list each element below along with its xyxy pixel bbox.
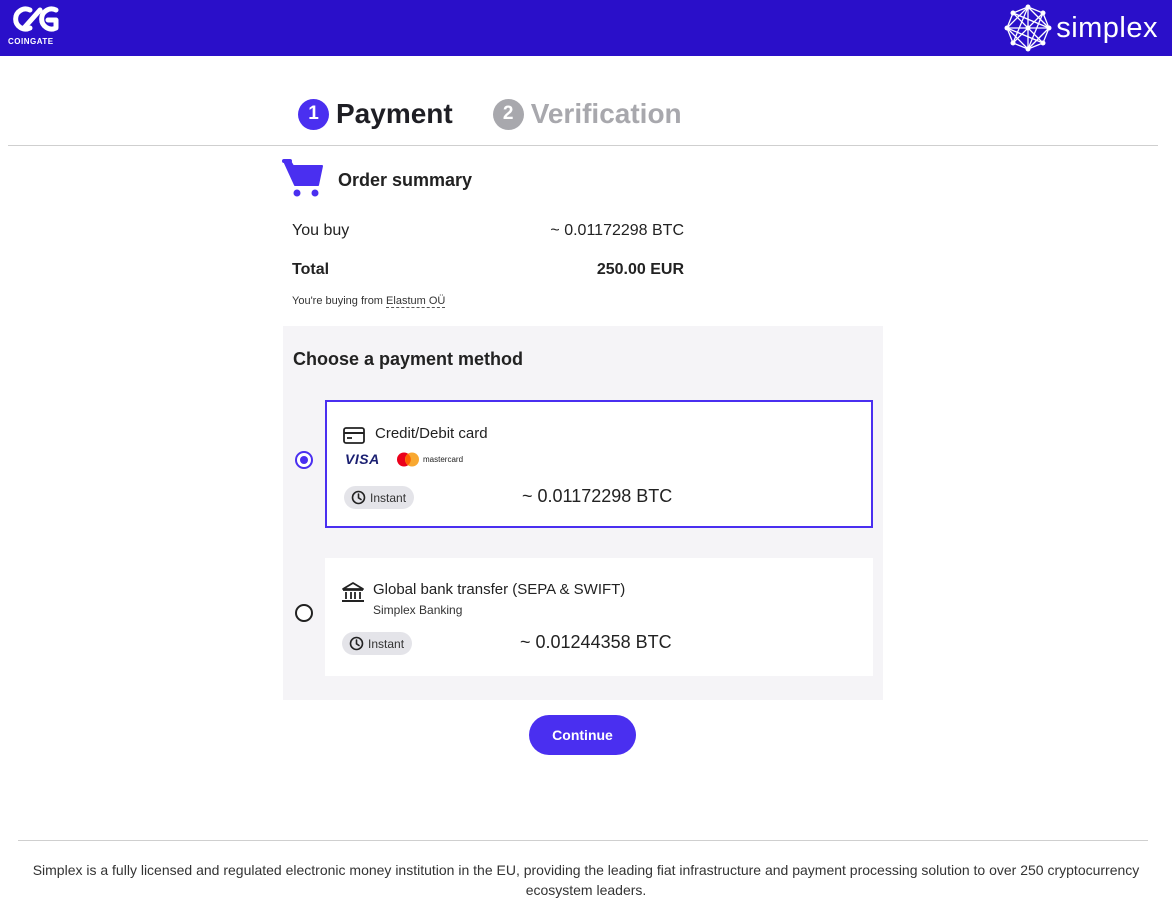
coingate-logo[interactable]: COINGATE xyxy=(8,4,68,52)
step-number: 1 xyxy=(298,98,329,130)
buying-from-text: You're buying from xyxy=(292,295,383,307)
step-label: Verification xyxy=(530,98,682,129)
step-label: Payment xyxy=(336,98,453,129)
visa-logo: VISA xyxy=(345,451,380,467)
method-name: Global bank transfer (SEPA & SWIFT) xyxy=(373,581,626,598)
checkout-steps: 1 Payment 2 Verification xyxy=(298,98,722,130)
method-amount: ~ 0.01172298 BTC xyxy=(522,486,673,506)
mastercard-circles-icon xyxy=(397,452,419,467)
bank-transfer-radio[interactable] xyxy=(295,604,313,622)
badge-label: Instant xyxy=(370,490,407,505)
coingate-wordmark: COINGATE xyxy=(8,37,54,46)
order-summary-title: Order summary xyxy=(338,170,473,190)
clock-icon xyxy=(351,490,366,505)
merchant-link[interactable]: Elastum OÜ xyxy=(386,295,446,308)
step-verification: 2 Verification xyxy=(492,98,682,130)
simplex-wordmark: simplex xyxy=(1056,11,1158,44)
coingate-logo-icon xyxy=(13,6,59,32)
method-amount: ~ 0.01244358 BTC xyxy=(520,632,672,652)
footer-disclaimer: Simplex is a fully licensed and regulate… xyxy=(32,862,1140,898)
you-buy-label: You buy xyxy=(292,222,350,239)
card-payment-option[interactable]: Credit/Debit card VISA mastercard Instan… xyxy=(325,400,873,528)
total-label: Total xyxy=(292,261,330,278)
badge-label: Instant xyxy=(368,636,405,651)
instant-badge: Instant xyxy=(342,632,413,655)
buying-from-note: You're buying from Elastum OÜ xyxy=(292,295,446,308)
credit-card-icon xyxy=(343,427,365,444)
card-radio[interactable] xyxy=(295,451,313,469)
instant-badge: Instant xyxy=(344,486,415,509)
bank-transfer-option[interactable]: Global bank transfer (SEPA & SWIFT) Simp… xyxy=(325,558,873,676)
simplex-network-icon xyxy=(1004,4,1052,52)
method-subtitle: Simplex Banking xyxy=(373,603,463,617)
top-bar: COINGATE simplex xyxy=(0,0,1172,56)
step-payment: 1 Payment xyxy=(298,98,453,130)
payment-method-title: Choose a payment method xyxy=(293,349,524,369)
clock-icon xyxy=(349,636,364,651)
step-number: 2 xyxy=(492,98,524,130)
divider xyxy=(18,840,1148,841)
total-value: 250.00 EUR xyxy=(596,261,684,278)
continue-button[interactable]: Continue xyxy=(529,715,636,755)
method-name: Credit/Debit card xyxy=(375,425,488,442)
shopping-cart-icon xyxy=(282,159,323,197)
divider xyxy=(8,145,1158,146)
mastercard-wordmark: mastercard xyxy=(423,455,464,464)
mastercard-logo: mastercard xyxy=(396,452,463,467)
bank-icon xyxy=(342,582,364,602)
you-buy-value: ~ 0.01172298 BTC xyxy=(550,222,684,239)
simplex-logo[interactable]: simplex xyxy=(1004,2,1158,54)
